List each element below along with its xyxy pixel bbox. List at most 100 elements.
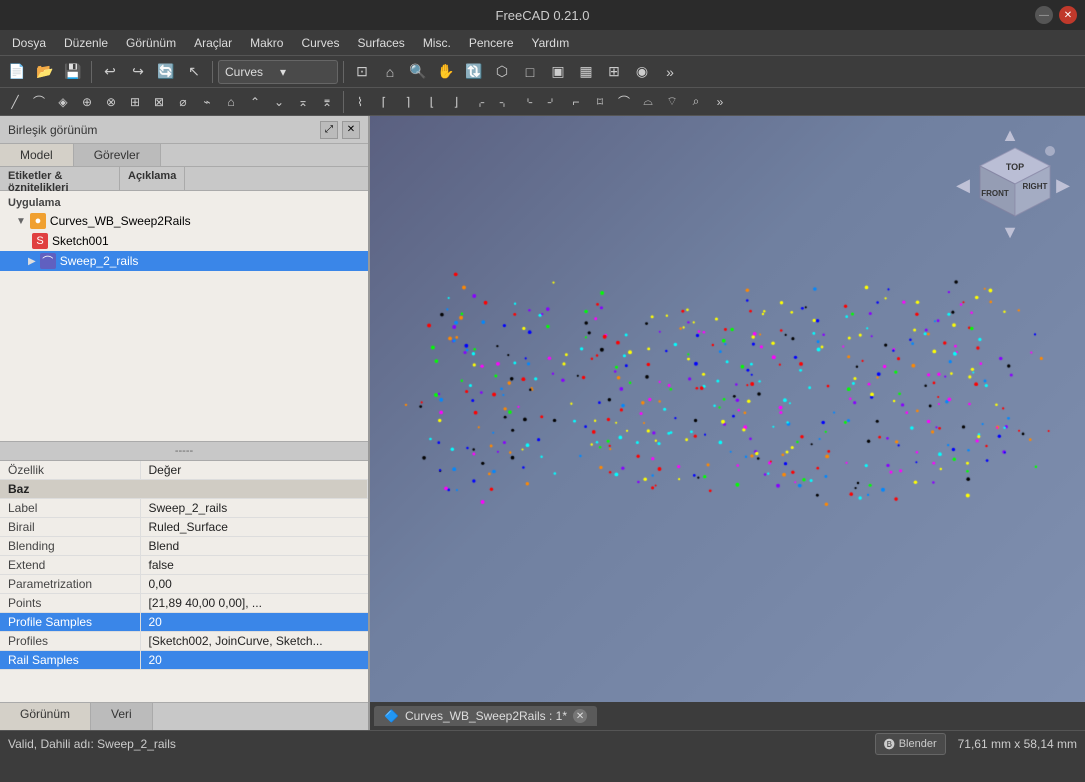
menu-makro[interactable]: Makro: [242, 34, 291, 52]
props-row-blending[interactable]: Blending Blend: [0, 536, 368, 555]
curve-tool-1[interactable]: ╱: [4, 91, 26, 113]
curve-tool-7[interactable]: ⊠: [148, 91, 170, 113]
tab-gorevler[interactable]: Görevler: [74, 144, 161, 166]
new-button[interactable]: 📄: [4, 59, 30, 85]
props-row-label[interactable]: Label Sweep_2_rails: [0, 498, 368, 517]
view-wire-button[interactable]: ⊞: [601, 59, 627, 85]
curve-tool-29[interactable]: ⌕: [685, 91, 707, 113]
tree-area[interactable]: Uygulama ▼ ● Curves_WB_Sweep2Rails S Ske…: [0, 191, 368, 441]
menu-surfaces[interactable]: Surfaces: [349, 34, 412, 52]
view-right-button[interactable]: ▦: [573, 59, 599, 85]
view-front-button[interactable]: □: [517, 59, 543, 85]
curve-tool-2[interactable]: ⌒: [28, 91, 50, 113]
menu-araclar[interactable]: Araçlar: [186, 34, 240, 52]
curve-tool-20[interactable]: ⌌: [469, 91, 491, 113]
bottom-tab-veri[interactable]: Veri: [91, 703, 153, 730]
view-pan-button[interactable]: ✋: [433, 59, 459, 85]
tree-item-root[interactable]: ▼ ● Curves_WB_Sweep2Rails: [0, 211, 368, 231]
menubar: Dosya Düzenle Görünüm Araçlar Makro Curv…: [0, 30, 1085, 56]
save-button[interactable]: 💾: [60, 59, 86, 85]
curve-tool-10[interactable]: ⌂: [220, 91, 242, 113]
curve-tool-15[interactable]: ⌇: [349, 91, 371, 113]
prop-key-param: Parametrization: [0, 574, 140, 593]
refresh-button[interactable]: 🔄: [153, 59, 179, 85]
view-zoom-button[interactable]: 🔍: [405, 59, 431, 85]
titlebar: FreeCAD 0.21.0 — ✕: [0, 0, 1085, 30]
tab-model[interactable]: Model: [0, 144, 74, 166]
viewport-tab[interactable]: 🔷 Curves_WB_Sweep2Rails : 1* ✕: [374, 706, 597, 726]
menu-gorunum[interactable]: Görünüm: [118, 34, 184, 52]
props-row-extend[interactable]: Extend false: [0, 555, 368, 574]
panel-expand-button[interactable]: ⤢: [320, 121, 338, 139]
curve-tool-22[interactable]: ⌎: [517, 91, 539, 113]
props-row-points[interactable]: Points [21,89 40,00 0,00], ...: [0, 593, 368, 612]
view-3d-button[interactable]: ⬡: [489, 59, 515, 85]
curve-tool-28[interactable]: ⌔: [661, 91, 683, 113]
curve-tool-8[interactable]: ⌀: [172, 91, 194, 113]
toolbar-separator-2: [212, 61, 213, 83]
props-row-rail-samples[interactable]: Rail Samples 20: [0, 650, 368, 669]
nav-cube: ▲ ▼ ◀ ▶ TOP FRONT RIGHT: [955, 126, 1075, 246]
close-button[interactable]: ✕: [1059, 6, 1077, 24]
sketch-icon: S: [32, 233, 48, 249]
nav-arrow-left-icon: ◀: [956, 175, 970, 195]
panel-close-button[interactable]: ✕: [342, 121, 360, 139]
curve-tool-12[interactable]: ⌄: [268, 91, 290, 113]
open-button[interactable]: 📂: [32, 59, 58, 85]
undo-button[interactable]: ↩: [97, 59, 123, 85]
curve-tool-9[interactable]: ⌁: [196, 91, 218, 113]
curve-more[interactable]: »: [709, 91, 731, 113]
menu-duzenle[interactable]: Düzenle: [56, 34, 116, 52]
cube-top-label: TOP: [1006, 162, 1024, 172]
toolbar-separator-3: [343, 61, 344, 83]
bottom-tab-gorunum[interactable]: Görünüm: [0, 703, 91, 730]
toolbar-main: 📄 📂 💾 ↩ ↪ 🔄 ↖ Curves ▾ ⊡ ⌂ 🔍 ✋ 🔃 ⬡ □ ▣ ▦…: [0, 56, 1085, 88]
curve-tool-6[interactable]: ⊞: [124, 91, 146, 113]
curve-tool-17[interactable]: ⌉: [397, 91, 419, 113]
viewport[interactable]: ▲ ▼ ◀ ▶ TOP FRONT RIGHT: [370, 116, 1085, 730]
props-area: Özellik Değer Baz Label Sweep_2_rails Bi…: [0, 461, 368, 703]
menu-yardim[interactable]: Yardım: [524, 34, 578, 52]
prop-val-points: [21,89 40,00 0,00], ...: [140, 593, 368, 612]
tree-item-sketch[interactable]: S Sketch001: [0, 231, 368, 251]
view-top-button[interactable]: ▣: [545, 59, 571, 85]
props-col2-header: Değer: [140, 461, 368, 480]
view-home-button[interactable]: ⌂: [377, 59, 403, 85]
blender-badge[interactable]: 🅑 Blender: [875, 733, 946, 755]
menu-pencere[interactable]: Pencere: [461, 34, 522, 52]
view-rotate-button[interactable]: 🔃: [461, 59, 487, 85]
curve-tool-11[interactable]: ⌃: [244, 91, 266, 113]
props-row-profile-samples[interactable]: Profile Samples 20: [0, 612, 368, 631]
menu-misc[interactable]: Misc.: [415, 34, 459, 52]
toolbar-more[interactable]: »: [657, 59, 683, 85]
curve-tool-26[interactable]: ⌒: [613, 91, 635, 113]
pointer-button[interactable]: ↖: [181, 59, 207, 85]
curve-tool-4[interactable]: ⊕: [76, 91, 98, 113]
curve-tool-13[interactable]: ⌅: [292, 91, 314, 113]
curve-tool-21[interactable]: ⌍: [493, 91, 515, 113]
curve-tool-19[interactable]: ⌋: [445, 91, 467, 113]
workbench-selector[interactable]: Curves ▾: [218, 60, 338, 84]
curve-tool-3[interactable]: ◈: [52, 91, 74, 113]
minimize-button[interactable]: —: [1035, 6, 1053, 24]
menu-curves[interactable]: Curves: [293, 34, 347, 52]
props-row-birail[interactable]: Birail Ruled_Surface: [0, 517, 368, 536]
curve-tool-25[interactable]: ⌑: [589, 91, 611, 113]
props-row-param[interactable]: Parametrization 0,00: [0, 574, 368, 593]
curve-tool-24[interactable]: ⌐: [565, 91, 587, 113]
menu-dosya[interactable]: Dosya: [4, 34, 54, 52]
tree-item-sweep[interactable]: ▶ ⌒ Sweep_2_rails: [0, 251, 368, 271]
curve-tool-23[interactable]: ⌏: [541, 91, 563, 113]
redo-button[interactable]: ↪: [125, 59, 151, 85]
curve-tool-16[interactable]: ⌈: [373, 91, 395, 113]
vp-tab-close[interactable]: ✕: [573, 709, 587, 723]
curve-tool-27[interactable]: ⌓: [637, 91, 659, 113]
curve-tool-5[interactable]: ⊗: [100, 91, 122, 113]
panel-divider[interactable]: -----: [0, 441, 368, 461]
curve-tool-18[interactable]: ⌊: [421, 91, 443, 113]
view-fit-button[interactable]: ⊡: [349, 59, 375, 85]
blender-label: Blender: [899, 738, 937, 750]
curve-tool-14[interactable]: ⌆: [316, 91, 338, 113]
props-row-profiles[interactable]: Profiles [Sketch002, JoinCurve, Sketch..…: [0, 631, 368, 650]
view-shade-button[interactable]: ◉: [629, 59, 655, 85]
